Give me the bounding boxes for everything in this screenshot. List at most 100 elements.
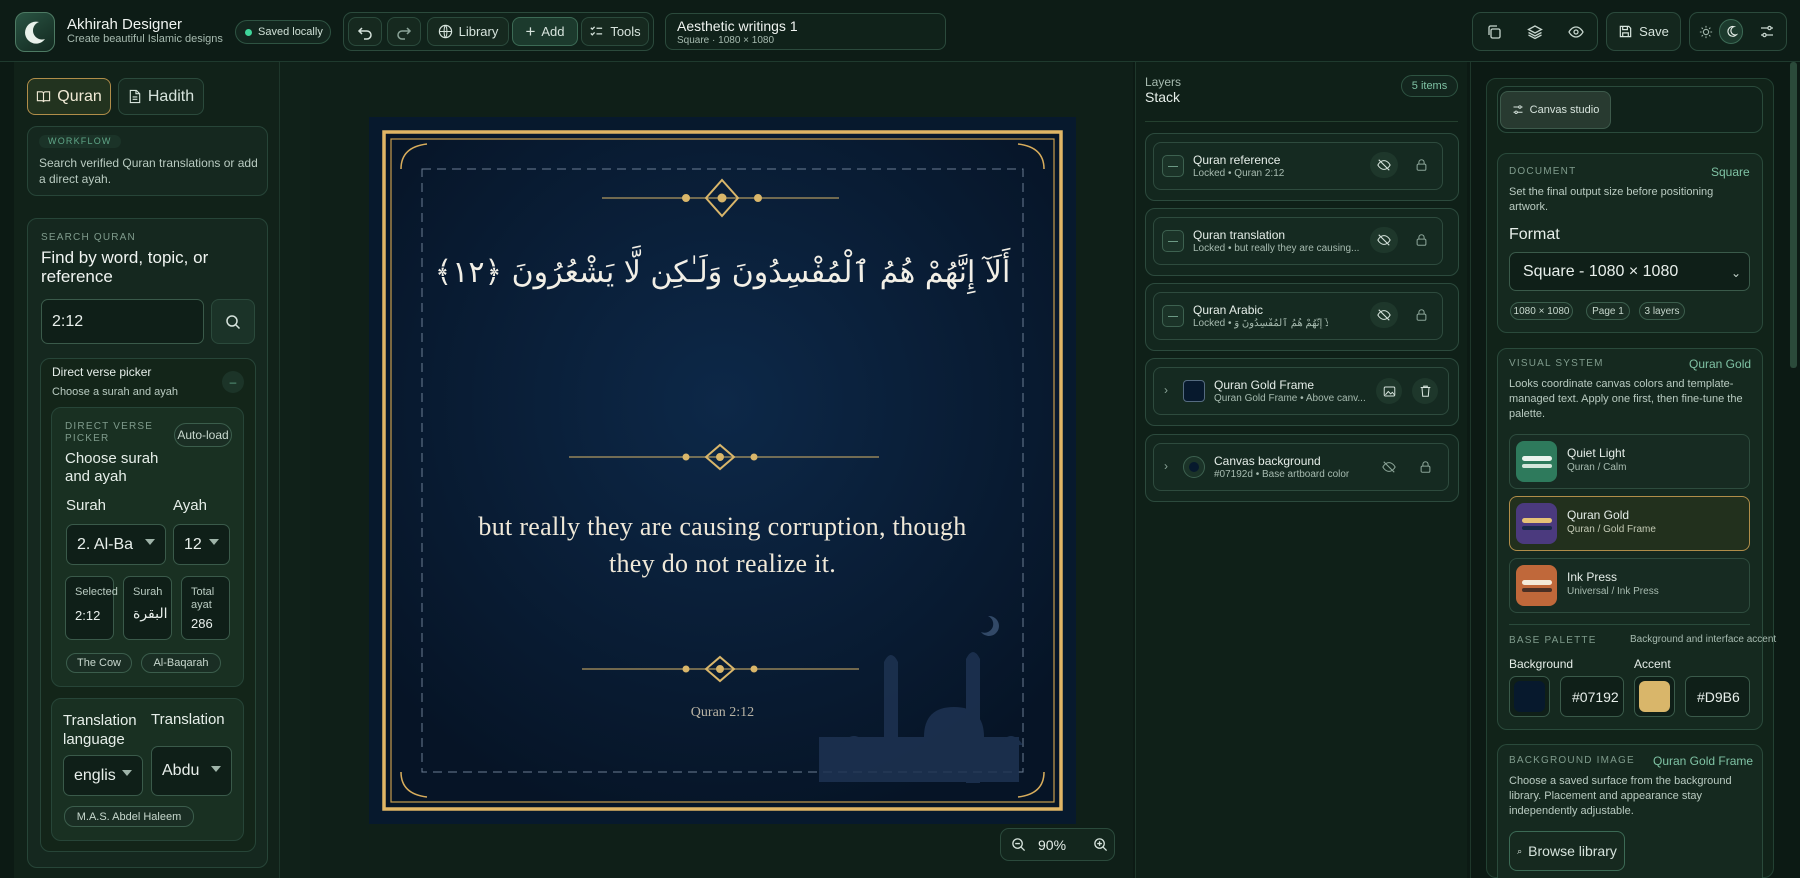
settings-sliders-button[interactable] (1751, 17, 1783, 46)
redo-icon (397, 26, 412, 40)
redo-button[interactable] (387, 17, 421, 46)
auto-load-button[interactable]: Auto-load (174, 423, 232, 447)
globe-icon (438, 24, 452, 39)
palette-divider (1509, 624, 1750, 625)
eye-off-icon (1377, 159, 1391, 171)
zoom-out-button[interactable] (1005, 832, 1031, 857)
canvas-reference-text[interactable]: Quran 2:12 (369, 705, 1076, 721)
duplicate-button[interactable] (1477, 17, 1511, 46)
search-icon (226, 314, 241, 329)
tab-hadith[interactable]: Hadith (118, 78, 204, 115)
artboard[interactable]: أَلَآ إِنَّهُمْ هُمُ ٱلْمُفْسِدُونَ وَلَ… (369, 117, 1076, 824)
accent-hex-input[interactable]: #D9B6 (1685, 676, 1750, 717)
search-cap: SEARCH QURAN (41, 232, 136, 243)
chevron-down-icon (211, 766, 221, 772)
document-title-box[interactable]: Aesthetic writings 1 Square · 1080 × 108… (665, 13, 946, 50)
sun-icon (1699, 25, 1713, 38)
tab-canvas-studio[interactable]: Canvas studio (1500, 91, 1611, 129)
tools-list-icon (590, 26, 603, 36)
hide-layer-button[interactable] (1376, 454, 1402, 480)
bgimage-text: Choose a saved surface from the backgrou… (1509, 775, 1732, 817)
layer-subtitle: Locked • أَلَآ إِنَّهُمْ هُمُ ٱلْمُفْسِد… (1193, 318, 1328, 329)
lock-layer-button[interactable] (1408, 152, 1434, 178)
translation-language-select[interactable]: englis (63, 755, 143, 796)
chevron-right-icon[interactable]: › (1164, 459, 1168, 473)
layers-count-badge: 5 items (1401, 75, 1458, 97)
theme-sub: Quran / Calm (1567, 462, 1627, 473)
document-meta: Square · 1080 × 1080 (677, 35, 775, 46)
chevron-down-icon (209, 539, 219, 545)
library-icon: ⌕ (1517, 845, 1523, 856)
chip-the-cow: The Cow (66, 653, 132, 673)
add-button[interactable]: + Add (512, 17, 578, 46)
size-chip-text: 1080 × 1080 (1513, 305, 1570, 317)
undo-button[interactable] (348, 17, 382, 46)
text-layer-icon (1162, 230, 1184, 252)
ink-press-swatch-icon (1516, 565, 1557, 606)
hide-layer-button[interactable] (1370, 152, 1398, 178)
chevron-right-icon[interactable]: › (1164, 383, 1168, 397)
status-dot-icon (245, 28, 252, 36)
document-title: Aesthetic writings 1 (677, 18, 798, 34)
hide-layer-button[interactable] (1370, 227, 1398, 253)
canvas-arabic-text[interactable]: أَلَآ إِنَّهُمْ هُمُ ٱلْمُفْسِدُونَ وَلَ… (369, 255, 1076, 290)
theme-sub: Quran / Gold Frame (1567, 524, 1656, 535)
background-color-swatch[interactable] (1509, 676, 1550, 717)
workflow-text: Search verified Quran translations or ad… (39, 156, 258, 186)
delete-layer-button[interactable] (1412, 378, 1438, 404)
canvas-translation-line-1[interactable]: but really they are causing corruption, … (369, 512, 1076, 542)
zoom-in-button[interactable] (1087, 832, 1113, 857)
quran-gold-swatch-icon (1516, 503, 1557, 544)
zoom-level: 90% (1038, 837, 1067, 853)
chevron-down-icon: ⌄ (1730, 266, 1741, 280)
canvas-left-rail (280, 62, 310, 878)
tools-button[interactable]: Tools (581, 17, 649, 46)
frame-thumbnail (1183, 380, 1205, 402)
layer-title: Quran reference (1193, 153, 1281, 167)
hide-layer-button[interactable] (1370, 302, 1398, 328)
chip-al-baqarah-text: Al-Baqarah (153, 657, 209, 669)
theme-sub: Universal / Ink Press (1567, 586, 1659, 597)
surah-select[interactable]: 2. Al-Ba (66, 524, 166, 565)
search-input[interactable]: 2:12 (41, 299, 204, 344)
translator-chip-text: M.A.S. Abdel Haleem (76, 810, 182, 823)
browse-library-button[interactable]: ⌕ Browse library (1509, 831, 1625, 871)
visual-text: Looks coordinate canvas colors and templ… (1509, 378, 1743, 420)
ayah-select[interactable]: 12 (173, 524, 230, 565)
lock-icon (1416, 234, 1426, 246)
accent-color-label: Accent (1634, 657, 1671, 671)
translator-chip: M.A.S. Abdel Haleem (64, 806, 194, 827)
save-button[interactable]: Save (1611, 17, 1676, 46)
lock-layer-button[interactable] (1408, 302, 1434, 328)
lock-layer-button[interactable] (1412, 454, 1438, 480)
format-select[interactable]: Square - 1080 × 1080 ⌄ (1509, 252, 1750, 291)
canvas-translation-line-2[interactable]: they do not realize it. (369, 549, 1076, 579)
visual-tag: Quran Gold (1689, 357, 1752, 371)
replace-image-button[interactable] (1376, 378, 1402, 404)
library-label: Library (458, 24, 499, 39)
layers-button[interactable] (1518, 17, 1552, 46)
background-hex-input[interactable]: #07192 (1560, 676, 1624, 717)
app-title: Akhirah Designer (67, 16, 183, 33)
translation-select[interactable]: Abdu (151, 746, 232, 796)
ayah-select-value: 12 (184, 535, 202, 553)
light-mode-toggle[interactable] (1694, 19, 1718, 44)
app-logo[interactable] (15, 12, 55, 52)
lock-layer-button[interactable] (1408, 227, 1434, 253)
palette-note: Background and interface accent (1630, 634, 1777, 645)
chevron-down-icon (145, 539, 155, 545)
search-button[interactable] (211, 299, 255, 344)
layers-chip-text: 3 layers (1644, 305, 1680, 317)
sliders-icon (1513, 105, 1523, 114)
preview-button[interactable] (1559, 17, 1593, 46)
book-open-icon (37, 91, 51, 103)
tab-quran[interactable]: Quran (27, 78, 111, 115)
accent-color-swatch[interactable] (1634, 676, 1675, 717)
background-hex-value: #07192 (1572, 688, 1619, 705)
stat-total-label: Total ayat (191, 586, 215, 611)
picker-collapse-button[interactable]: – (222, 371, 244, 393)
right-scrollbar-thumb[interactable] (1790, 62, 1797, 368)
library-button[interactable]: Library (427, 17, 509, 46)
dark-mode-toggle[interactable] (1719, 19, 1743, 44)
workflow-cap: WORKFLOW (48, 136, 112, 146)
